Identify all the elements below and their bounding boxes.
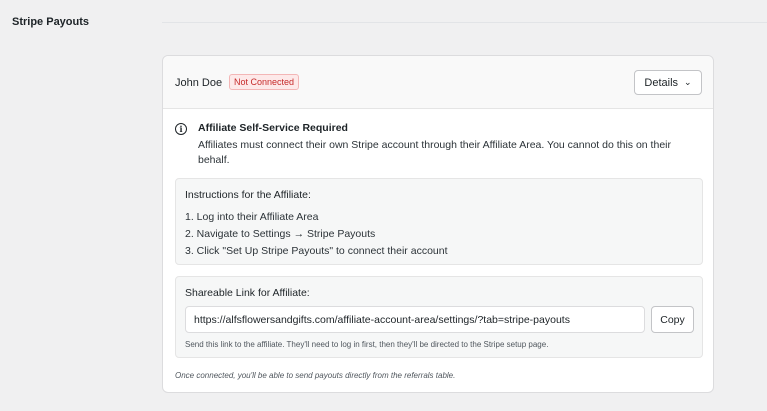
status-badge: Not Connected	[229, 74, 300, 90]
instructions-list: 1. Log into their Affiliate Area 2. Navi…	[185, 209, 448, 260]
affiliate-name: John Doe	[175, 77, 223, 89]
details-button-label: Details	[644, 76, 679, 89]
shareable-link-box: Shareable Link for Affiliate: Copy Send …	[175, 276, 703, 358]
copy-button[interactable]: Copy	[651, 306, 694, 333]
list-item: 2. Navigate to Settings → Stripe Payouts	[185, 228, 376, 240]
shareable-link-title: Shareable Link for Affiliate:	[185, 287, 310, 299]
helper-text: Send this link to the affiliate. They'll…	[185, 340, 549, 349]
footer-note: Once connected, you'll be able to send p…	[175, 371, 456, 380]
instructions-title: Instructions for the Affiliate:	[185, 189, 311, 201]
card-header: John Doe Not Connected Details ⌄	[163, 56, 713, 109]
details-button[interactable]: Details ⌄	[634, 70, 702, 95]
instructions-box: Instructions for the Affiliate: 1. Log i…	[175, 178, 703, 265]
notice-body: Affiliates must connect their own Stripe…	[198, 139, 671, 166]
section-label: Stripe Payouts	[12, 16, 90, 28]
list-item: 1. Log into their Affiliate Area	[185, 211, 319, 223]
stripe-payout-card: John Doe Not Connected Details ⌄ i Affil…	[162, 55, 714, 393]
divider	[162, 22, 767, 23]
list-item: 3. Click "Set Up Stripe Payouts" to conn…	[185, 245, 448, 257]
info-icon: i	[175, 123, 187, 135]
shareable-link-input[interactable]	[185, 306, 645, 333]
chevron-down-icon: ⌄	[684, 77, 692, 87]
notice-title: Affiliate Self-Service Required	[198, 122, 348, 134]
